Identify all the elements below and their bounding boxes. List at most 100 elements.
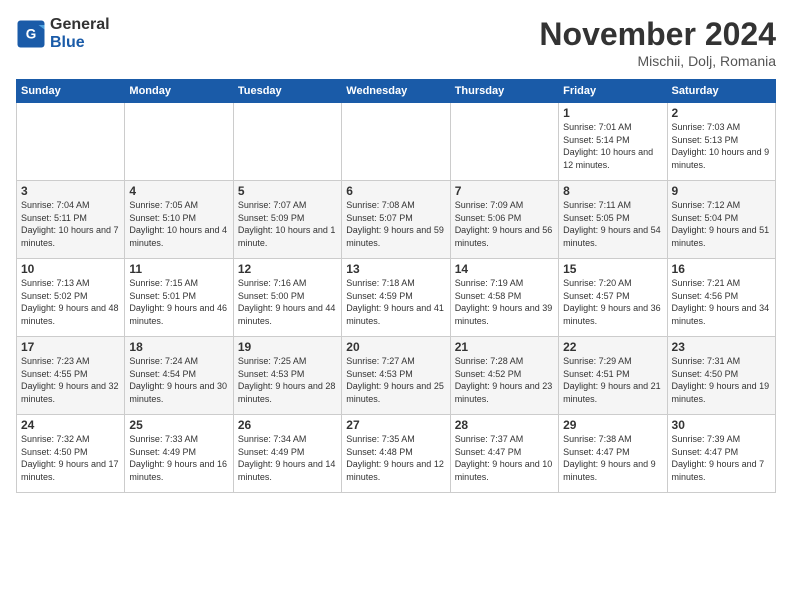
logo-text: General Blue bbox=[50, 16, 110, 51]
day-info: Sunrise: 7:05 AM Sunset: 5:10 PM Dayligh… bbox=[129, 199, 228, 249]
logo-general-label: General bbox=[50, 16, 110, 34]
day-number: 12 bbox=[238, 262, 337, 276]
day-info: Sunrise: 7:28 AM Sunset: 4:52 PM Dayligh… bbox=[455, 355, 554, 405]
day-number: 1 bbox=[563, 106, 662, 120]
day-info: Sunrise: 7:25 AM Sunset: 4:53 PM Dayligh… bbox=[238, 355, 337, 405]
title-block: November 2024 Mischii, Dolj, Romania bbox=[539, 16, 776, 69]
day-number: 26 bbox=[238, 418, 337, 432]
table-row: 16Sunrise: 7:21 AM Sunset: 4:56 PM Dayli… bbox=[667, 259, 775, 337]
table-row: 26Sunrise: 7:34 AM Sunset: 4:49 PM Dayli… bbox=[233, 415, 341, 493]
col-tuesday: Tuesday bbox=[233, 80, 341, 103]
day-number: 9 bbox=[672, 184, 771, 198]
day-info: Sunrise: 7:27 AM Sunset: 4:53 PM Dayligh… bbox=[346, 355, 445, 405]
table-row: 21Sunrise: 7:28 AM Sunset: 4:52 PM Dayli… bbox=[450, 337, 558, 415]
table-row: 22Sunrise: 7:29 AM Sunset: 4:51 PM Dayli… bbox=[559, 337, 667, 415]
day-info: Sunrise: 7:24 AM Sunset: 4:54 PM Dayligh… bbox=[129, 355, 228, 405]
table-row: 28Sunrise: 7:37 AM Sunset: 4:47 PM Dayli… bbox=[450, 415, 558, 493]
day-number: 23 bbox=[672, 340, 771, 354]
table-row: 6Sunrise: 7:08 AM Sunset: 5:07 PM Daylig… bbox=[342, 181, 450, 259]
table-row: 2Sunrise: 7:03 AM Sunset: 5:13 PM Daylig… bbox=[667, 103, 775, 181]
day-info: Sunrise: 7:29 AM Sunset: 4:51 PM Dayligh… bbox=[563, 355, 662, 405]
day-info: Sunrise: 7:37 AM Sunset: 4:47 PM Dayligh… bbox=[455, 433, 554, 483]
day-info: Sunrise: 7:34 AM Sunset: 4:49 PM Dayligh… bbox=[238, 433, 337, 483]
col-sunday: Sunday bbox=[17, 80, 125, 103]
day-number: 16 bbox=[672, 262, 771, 276]
day-number: 20 bbox=[346, 340, 445, 354]
day-info: Sunrise: 7:11 AM Sunset: 5:05 PM Dayligh… bbox=[563, 199, 662, 249]
table-row: 3Sunrise: 7:04 AM Sunset: 5:11 PM Daylig… bbox=[17, 181, 125, 259]
table-row: 8Sunrise: 7:11 AM Sunset: 5:05 PM Daylig… bbox=[559, 181, 667, 259]
day-number: 28 bbox=[455, 418, 554, 432]
col-monday: Monday bbox=[125, 80, 233, 103]
table-row: 12Sunrise: 7:16 AM Sunset: 5:00 PM Dayli… bbox=[233, 259, 341, 337]
col-saturday: Saturday bbox=[667, 80, 775, 103]
day-info: Sunrise: 7:33 AM Sunset: 4:49 PM Dayligh… bbox=[129, 433, 228, 483]
day-info: Sunrise: 7:21 AM Sunset: 4:56 PM Dayligh… bbox=[672, 277, 771, 327]
day-number: 14 bbox=[455, 262, 554, 276]
calendar-header-row: Sunday Monday Tuesday Wednesday Thursday… bbox=[17, 80, 776, 103]
day-info: Sunrise: 7:07 AM Sunset: 5:09 PM Dayligh… bbox=[238, 199, 337, 249]
day-number: 19 bbox=[238, 340, 337, 354]
day-number: 5 bbox=[238, 184, 337, 198]
table-row: 1Sunrise: 7:01 AM Sunset: 5:14 PM Daylig… bbox=[559, 103, 667, 181]
day-info: Sunrise: 7:13 AM Sunset: 5:02 PM Dayligh… bbox=[21, 277, 120, 327]
table-row: 25Sunrise: 7:33 AM Sunset: 4:49 PM Dayli… bbox=[125, 415, 233, 493]
day-number: 10 bbox=[21, 262, 120, 276]
day-info: Sunrise: 7:01 AM Sunset: 5:14 PM Dayligh… bbox=[563, 121, 662, 171]
table-row: 7Sunrise: 7:09 AM Sunset: 5:06 PM Daylig… bbox=[450, 181, 558, 259]
table-row: 11Sunrise: 7:15 AM Sunset: 5:01 PM Dayli… bbox=[125, 259, 233, 337]
month-title: November 2024 bbox=[539, 16, 776, 53]
day-number: 6 bbox=[346, 184, 445, 198]
table-row: 19Sunrise: 7:25 AM Sunset: 4:53 PM Dayli… bbox=[233, 337, 341, 415]
day-info: Sunrise: 7:03 AM Sunset: 5:13 PM Dayligh… bbox=[672, 121, 771, 171]
day-number: 13 bbox=[346, 262, 445, 276]
calendar-week-row: 1Sunrise: 7:01 AM Sunset: 5:14 PM Daylig… bbox=[17, 103, 776, 181]
col-friday: Friday bbox=[559, 80, 667, 103]
table-row: 23Sunrise: 7:31 AM Sunset: 4:50 PM Dayli… bbox=[667, 337, 775, 415]
day-info: Sunrise: 7:18 AM Sunset: 4:59 PM Dayligh… bbox=[346, 277, 445, 327]
page: G General Blue November 2024 Mischii, Do… bbox=[0, 0, 792, 612]
header: G General Blue November 2024 Mischii, Do… bbox=[16, 16, 776, 69]
calendar-week-row: 10Sunrise: 7:13 AM Sunset: 5:02 PM Dayli… bbox=[17, 259, 776, 337]
table-row: 4Sunrise: 7:05 AM Sunset: 5:10 PM Daylig… bbox=[125, 181, 233, 259]
table-row: 30Sunrise: 7:39 AM Sunset: 4:47 PM Dayli… bbox=[667, 415, 775, 493]
day-number: 15 bbox=[563, 262, 662, 276]
day-number: 8 bbox=[563, 184, 662, 198]
calendar-table: Sunday Monday Tuesday Wednesday Thursday… bbox=[16, 79, 776, 493]
svg-text:G: G bbox=[26, 26, 37, 41]
table-row: 13Sunrise: 7:18 AM Sunset: 4:59 PM Dayli… bbox=[342, 259, 450, 337]
day-number: 30 bbox=[672, 418, 771, 432]
table-row bbox=[233, 103, 341, 181]
day-number: 7 bbox=[455, 184, 554, 198]
table-row: 27Sunrise: 7:35 AM Sunset: 4:48 PM Dayli… bbox=[342, 415, 450, 493]
table-row: 14Sunrise: 7:19 AM Sunset: 4:58 PM Dayli… bbox=[450, 259, 558, 337]
day-number: 24 bbox=[21, 418, 120, 432]
day-info: Sunrise: 7:39 AM Sunset: 4:47 PM Dayligh… bbox=[672, 433, 771, 483]
day-number: 27 bbox=[346, 418, 445, 432]
day-number: 4 bbox=[129, 184, 228, 198]
day-info: Sunrise: 7:12 AM Sunset: 5:04 PM Dayligh… bbox=[672, 199, 771, 249]
calendar-week-row: 3Sunrise: 7:04 AM Sunset: 5:11 PM Daylig… bbox=[17, 181, 776, 259]
day-info: Sunrise: 7:04 AM Sunset: 5:11 PM Dayligh… bbox=[21, 199, 120, 249]
day-info: Sunrise: 7:08 AM Sunset: 5:07 PM Dayligh… bbox=[346, 199, 445, 249]
day-info: Sunrise: 7:23 AM Sunset: 4:55 PM Dayligh… bbox=[21, 355, 120, 405]
day-info: Sunrise: 7:09 AM Sunset: 5:06 PM Dayligh… bbox=[455, 199, 554, 249]
day-info: Sunrise: 7:16 AM Sunset: 5:00 PM Dayligh… bbox=[238, 277, 337, 327]
day-info: Sunrise: 7:15 AM Sunset: 5:01 PM Dayligh… bbox=[129, 277, 228, 327]
table-row: 20Sunrise: 7:27 AM Sunset: 4:53 PM Dayli… bbox=[342, 337, 450, 415]
day-number: 21 bbox=[455, 340, 554, 354]
calendar-week-row: 24Sunrise: 7:32 AM Sunset: 4:50 PM Dayli… bbox=[17, 415, 776, 493]
table-row: 10Sunrise: 7:13 AM Sunset: 5:02 PM Dayli… bbox=[17, 259, 125, 337]
table-row: 24Sunrise: 7:32 AM Sunset: 4:50 PM Dayli… bbox=[17, 415, 125, 493]
table-row: 15Sunrise: 7:20 AM Sunset: 4:57 PM Dayli… bbox=[559, 259, 667, 337]
table-row: 5Sunrise: 7:07 AM Sunset: 5:09 PM Daylig… bbox=[233, 181, 341, 259]
day-info: Sunrise: 7:35 AM Sunset: 4:48 PM Dayligh… bbox=[346, 433, 445, 483]
col-thursday: Thursday bbox=[450, 80, 558, 103]
table-row bbox=[125, 103, 233, 181]
col-wednesday: Wednesday bbox=[342, 80, 450, 103]
day-number: 18 bbox=[129, 340, 228, 354]
day-number: 22 bbox=[563, 340, 662, 354]
day-info: Sunrise: 7:20 AM Sunset: 4:57 PM Dayligh… bbox=[563, 277, 662, 327]
table-row: 18Sunrise: 7:24 AM Sunset: 4:54 PM Dayli… bbox=[125, 337, 233, 415]
day-info: Sunrise: 7:19 AM Sunset: 4:58 PM Dayligh… bbox=[455, 277, 554, 327]
